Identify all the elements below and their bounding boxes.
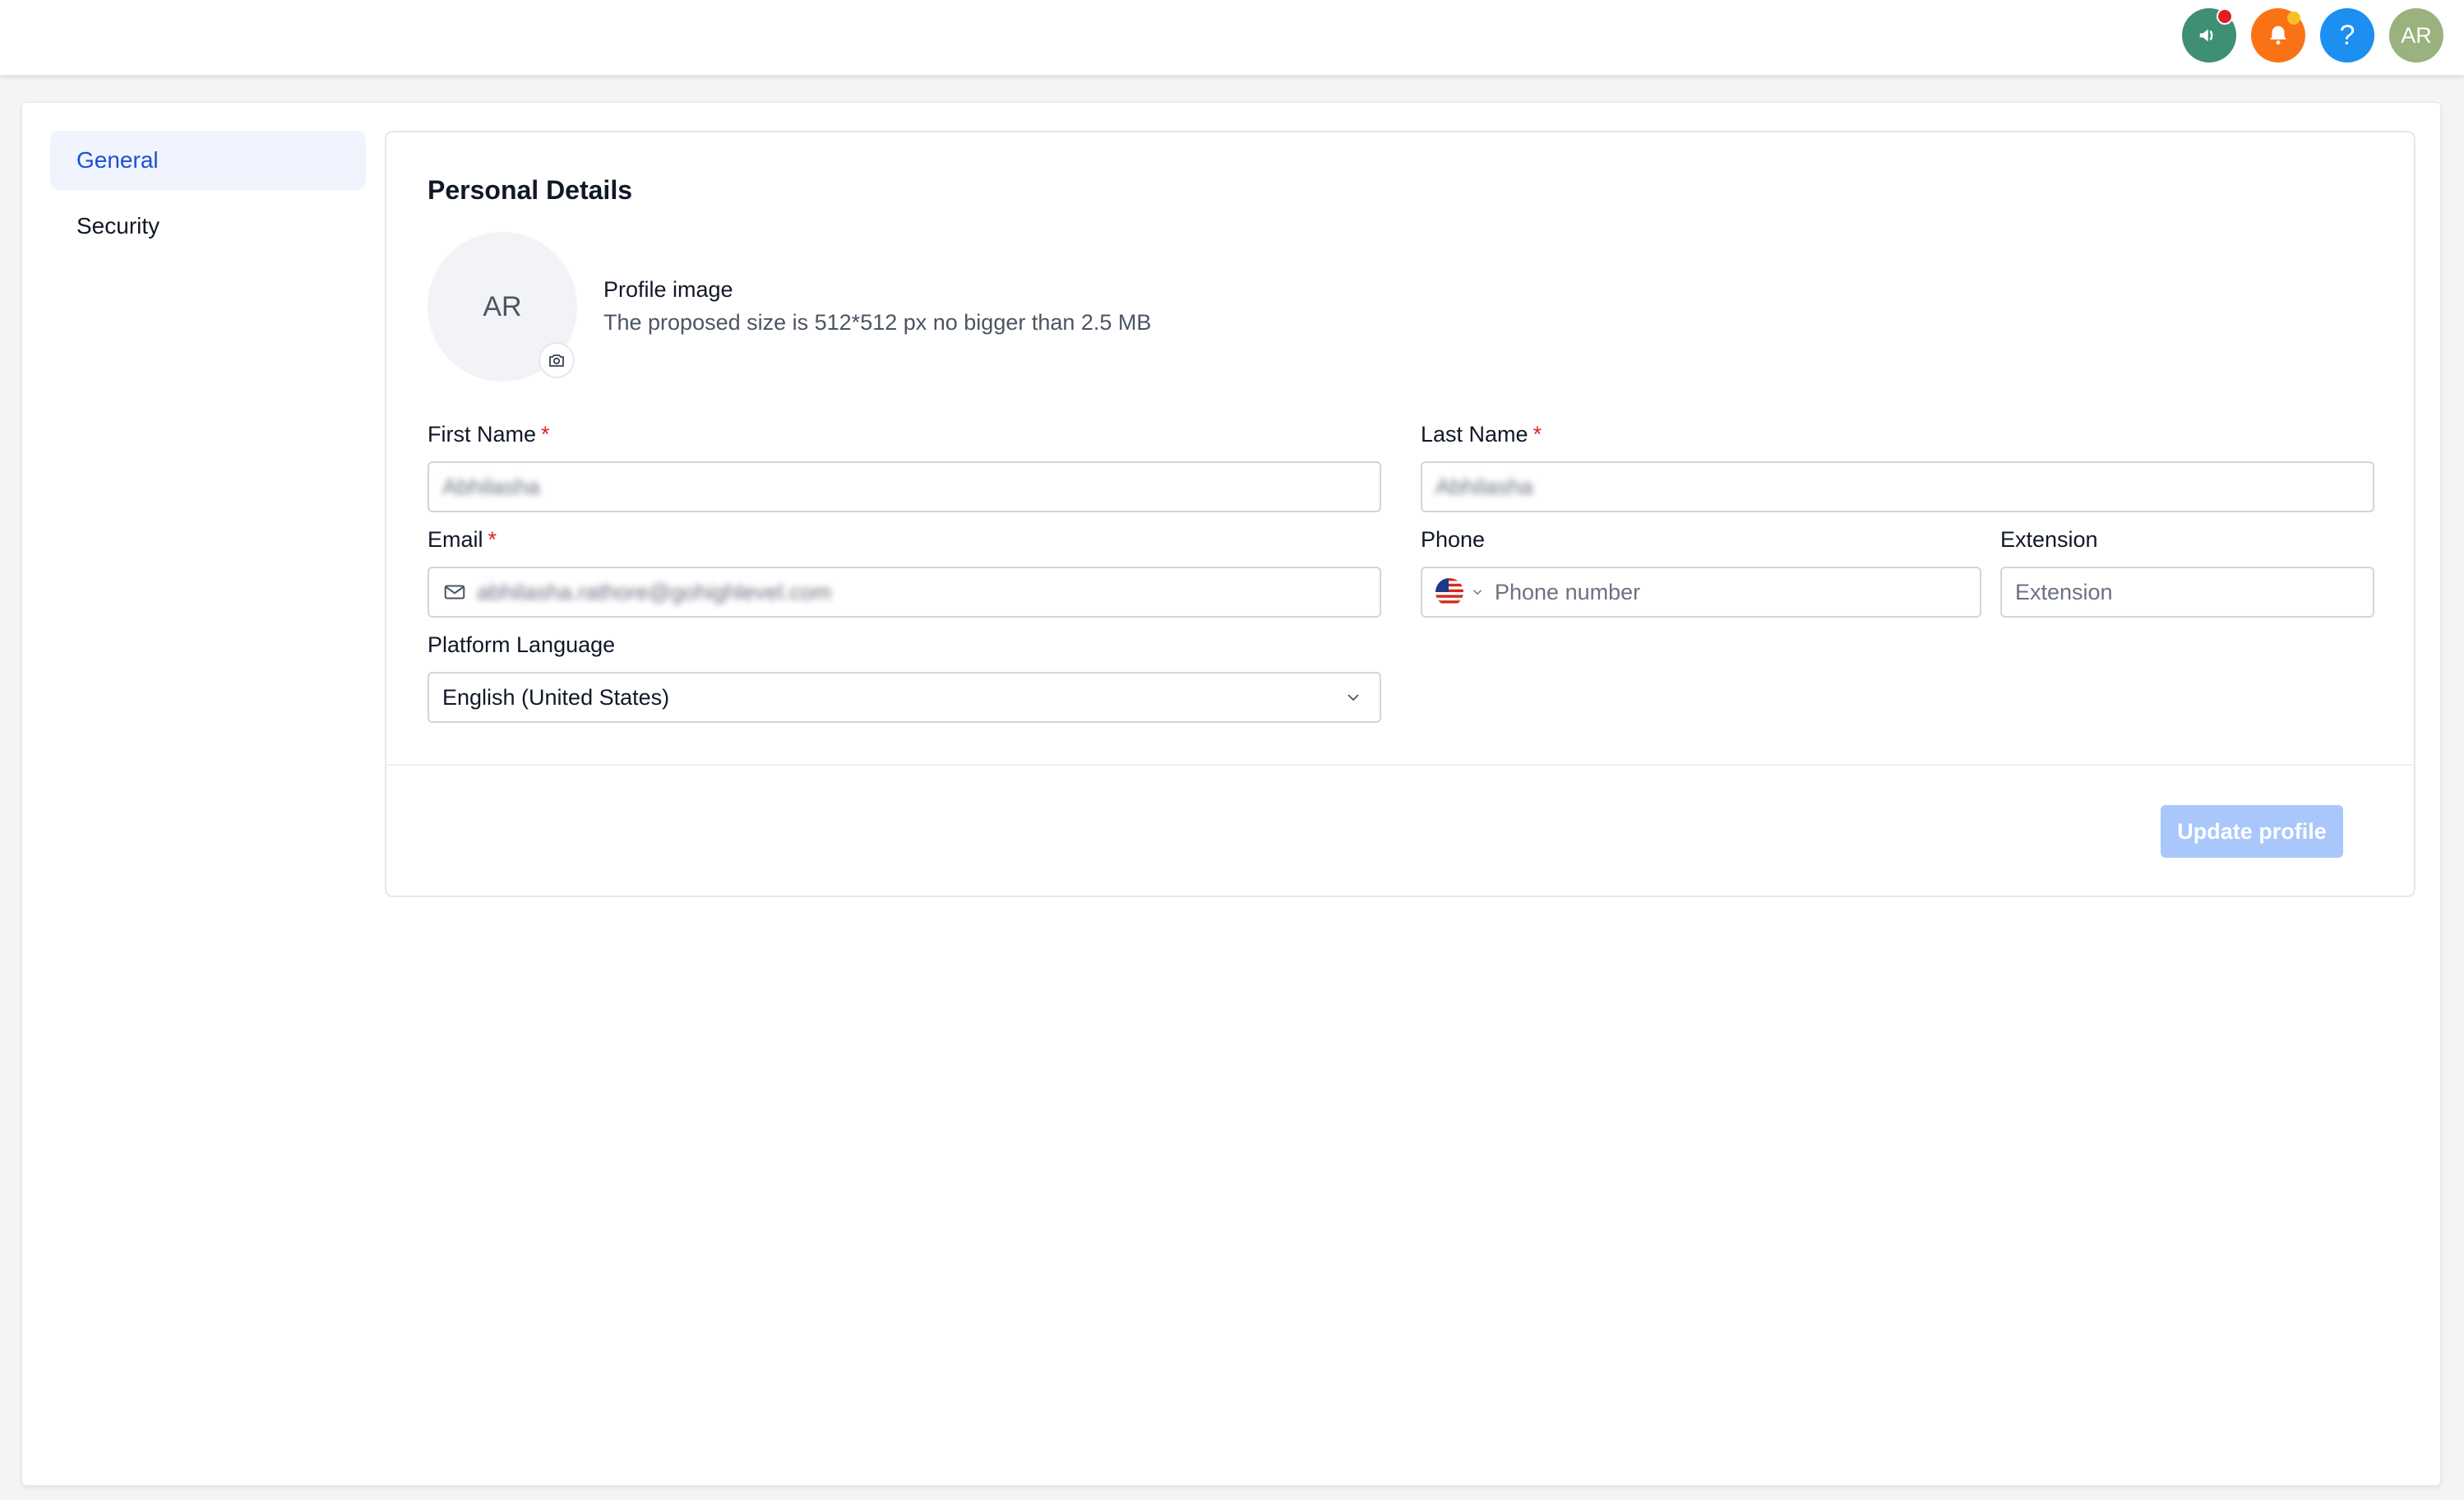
required-mark: * bbox=[488, 527, 497, 552]
settings-panel: General Security Personal Details AR Pro… bbox=[21, 102, 2441, 1486]
divider bbox=[386, 764, 2414, 766]
last-name-field[interactable]: Abhilasha bbox=[1421, 461, 2374, 512]
phone-placeholder: Phone number bbox=[1495, 579, 1641, 604]
avatar-initials: AR bbox=[483, 290, 522, 322]
notifications-button[interactable] bbox=[2251, 8, 2305, 62]
us-flag-icon[interactable] bbox=[1435, 578, 1463, 606]
last-name-label: Last Name * bbox=[1421, 422, 1542, 447]
camera-icon bbox=[549, 354, 564, 367]
profile-image-label: Profile image bbox=[603, 277, 733, 302]
email-field[interactable]: abhilasha.rathore@gohighlevel.com bbox=[428, 567, 1381, 618]
help-icon: ? bbox=[2339, 19, 2355, 51]
top-bar: ? AR bbox=[0, 0, 2464, 76]
help-button[interactable]: ? bbox=[2320, 8, 2374, 62]
platform-language-value: English (United States) bbox=[442, 684, 670, 710]
chevron-down-icon[interactable] bbox=[1470, 585, 1485, 600]
extension-placeholder: Extension bbox=[2015, 579, 2113, 604]
sidebar-item-label: Security bbox=[76, 213, 160, 238]
first-name-label: First Name * bbox=[428, 422, 550, 447]
profile-image-hint: The proposed size is 512*512 px no bigge… bbox=[603, 310, 1152, 335]
notification-dot bbox=[2217, 8, 2233, 25]
email-label: Email * bbox=[428, 527, 497, 553]
phone-field[interactable]: Phone number bbox=[1421, 567, 1981, 618]
first-name-label-text: First Name bbox=[428, 422, 537, 447]
section-title: Personal Details bbox=[428, 175, 632, 205]
notification-dot bbox=[2287, 12, 2300, 25]
first-name-value: Abhilasha bbox=[442, 474, 540, 499]
sidebar-item-label: General bbox=[76, 147, 159, 173]
extension-field[interactable]: Extension bbox=[2000, 567, 2374, 618]
upload-photo-button[interactable] bbox=[539, 342, 575, 378]
sidebar-item-security[interactable]: Security bbox=[50, 197, 366, 256]
email-value: abhilasha.rathore@gohighlevel.com bbox=[477, 579, 832, 604]
email-label-text: Email bbox=[428, 527, 483, 552]
mail-icon bbox=[444, 585, 465, 600]
megaphone-icon bbox=[2199, 29, 2213, 42]
phone-label: Phone bbox=[1421, 527, 1486, 552]
last-name-label-text: Last Name bbox=[1421, 422, 1528, 447]
avatar-initials: AR bbox=[2401, 22, 2432, 48]
platform-language-select[interactable]: English (United States) bbox=[428, 672, 1381, 723]
user-avatar-button[interactable]: AR bbox=[2389, 8, 2443, 62]
last-name-value: Abhilasha bbox=[1435, 474, 1533, 499]
platform-language-label: Platform Language bbox=[428, 632, 616, 657]
announcements-button[interactable] bbox=[2182, 8, 2236, 62]
chevron-down-icon bbox=[1348, 694, 1359, 701]
required-mark: * bbox=[541, 422, 550, 447]
sidebar-item-general[interactable]: General bbox=[50, 131, 366, 190]
extension-label: Extension bbox=[2000, 527, 2098, 552]
bell-icon bbox=[2270, 25, 2286, 45]
update-profile-button[interactable]: Update profile bbox=[2161, 805, 2343, 858]
first-name-field[interactable]: Abhilasha bbox=[428, 461, 1381, 512]
personal-details-card: Personal Details AR Profile image The pr… bbox=[385, 131, 2415, 897]
required-mark: * bbox=[1532, 422, 1542, 447]
